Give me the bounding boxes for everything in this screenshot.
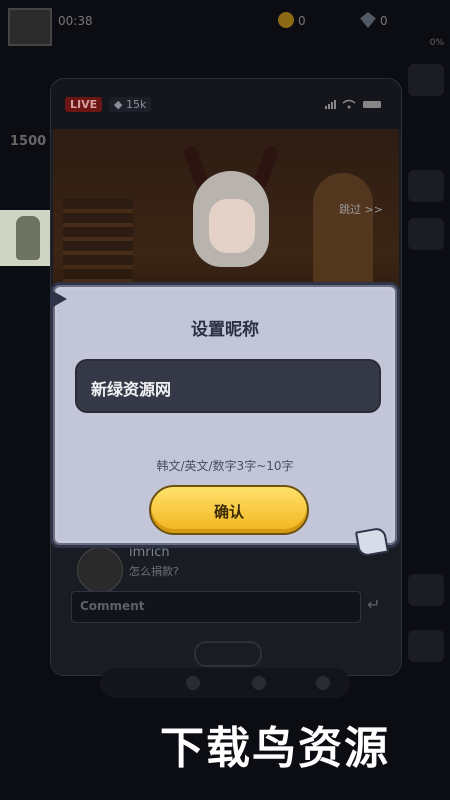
progress-percent: 0% xyxy=(429,38,444,48)
gem-icon xyxy=(360,12,376,28)
coin-count: 0 xyxy=(298,14,306,28)
home-button[interactable] xyxy=(194,641,262,667)
dialog-panel: 设置昵称 新绿资源网 韩文/英文/数字3字~10字 确认 xyxy=(57,289,393,541)
phone-status-bar: LIVE ◆ 15k xyxy=(51,79,401,129)
nickname-dialog: 设置昵称 新绿资源网 韩文/英文/数字3字~10字 确认 xyxy=(50,282,400,558)
signal-wifi-battery-icon xyxy=(325,99,381,109)
left-gem-count: 1500 xyxy=(10,134,47,149)
send-icon[interactable]: ↵ xyxy=(367,595,380,614)
dialog-title: 设置昵称 xyxy=(191,320,259,340)
coin-icon xyxy=(278,12,294,28)
eye-icon: ◆ xyxy=(114,98,123,111)
skip-button[interactable]: 跳过 >> xyxy=(339,201,383,217)
view-count: ◆ 15k xyxy=(109,97,152,112)
toolbar-icon-3[interactable] xyxy=(316,676,330,690)
side-button-4[interactable] xyxy=(408,630,444,662)
view-count-value: 15k xyxy=(125,98,147,111)
watermark-text: 下载鸟资源 xyxy=(160,723,390,774)
character-sticker xyxy=(0,210,56,266)
corner-decoration-top-left xyxy=(53,291,67,307)
chat-avatar xyxy=(77,547,123,593)
bottom-toolbar xyxy=(100,668,350,698)
side-button-1[interactable] xyxy=(408,170,444,202)
character-face xyxy=(209,199,255,253)
side-button-3[interactable] xyxy=(408,574,444,606)
side-button-2[interactable] xyxy=(408,218,444,250)
arched-window xyxy=(313,173,373,293)
confirm-label: 确认 xyxy=(213,503,244,521)
player-avatar[interactable] xyxy=(8,8,52,46)
top-hud: 00:38 0 0 0% xyxy=(0,0,450,48)
nickname-hint: 韩文/英文/数字3字~10字 xyxy=(156,459,294,473)
chat-message: 怎么捐款? xyxy=(129,565,179,578)
timer-label: 00:38 xyxy=(58,14,93,28)
live-badge: LIVE xyxy=(65,97,103,112)
confirm-button[interactable]: 确认 xyxy=(149,485,309,535)
gem-count: 0 xyxy=(380,14,388,28)
nickname-input[interactable]: 新绿资源网 xyxy=(75,359,381,413)
toolbar-icon-1[interactable] xyxy=(186,676,200,690)
comment-placeholder: Comment xyxy=(80,599,145,613)
toolbar-icon-2[interactable] xyxy=(252,676,266,690)
corner-decoration-bottom-right xyxy=(354,526,390,558)
nickname-value: 新绿资源网 xyxy=(91,380,172,399)
comment-input[interactable]: Comment xyxy=(71,591,361,623)
menu-icon[interactable] xyxy=(408,64,444,96)
